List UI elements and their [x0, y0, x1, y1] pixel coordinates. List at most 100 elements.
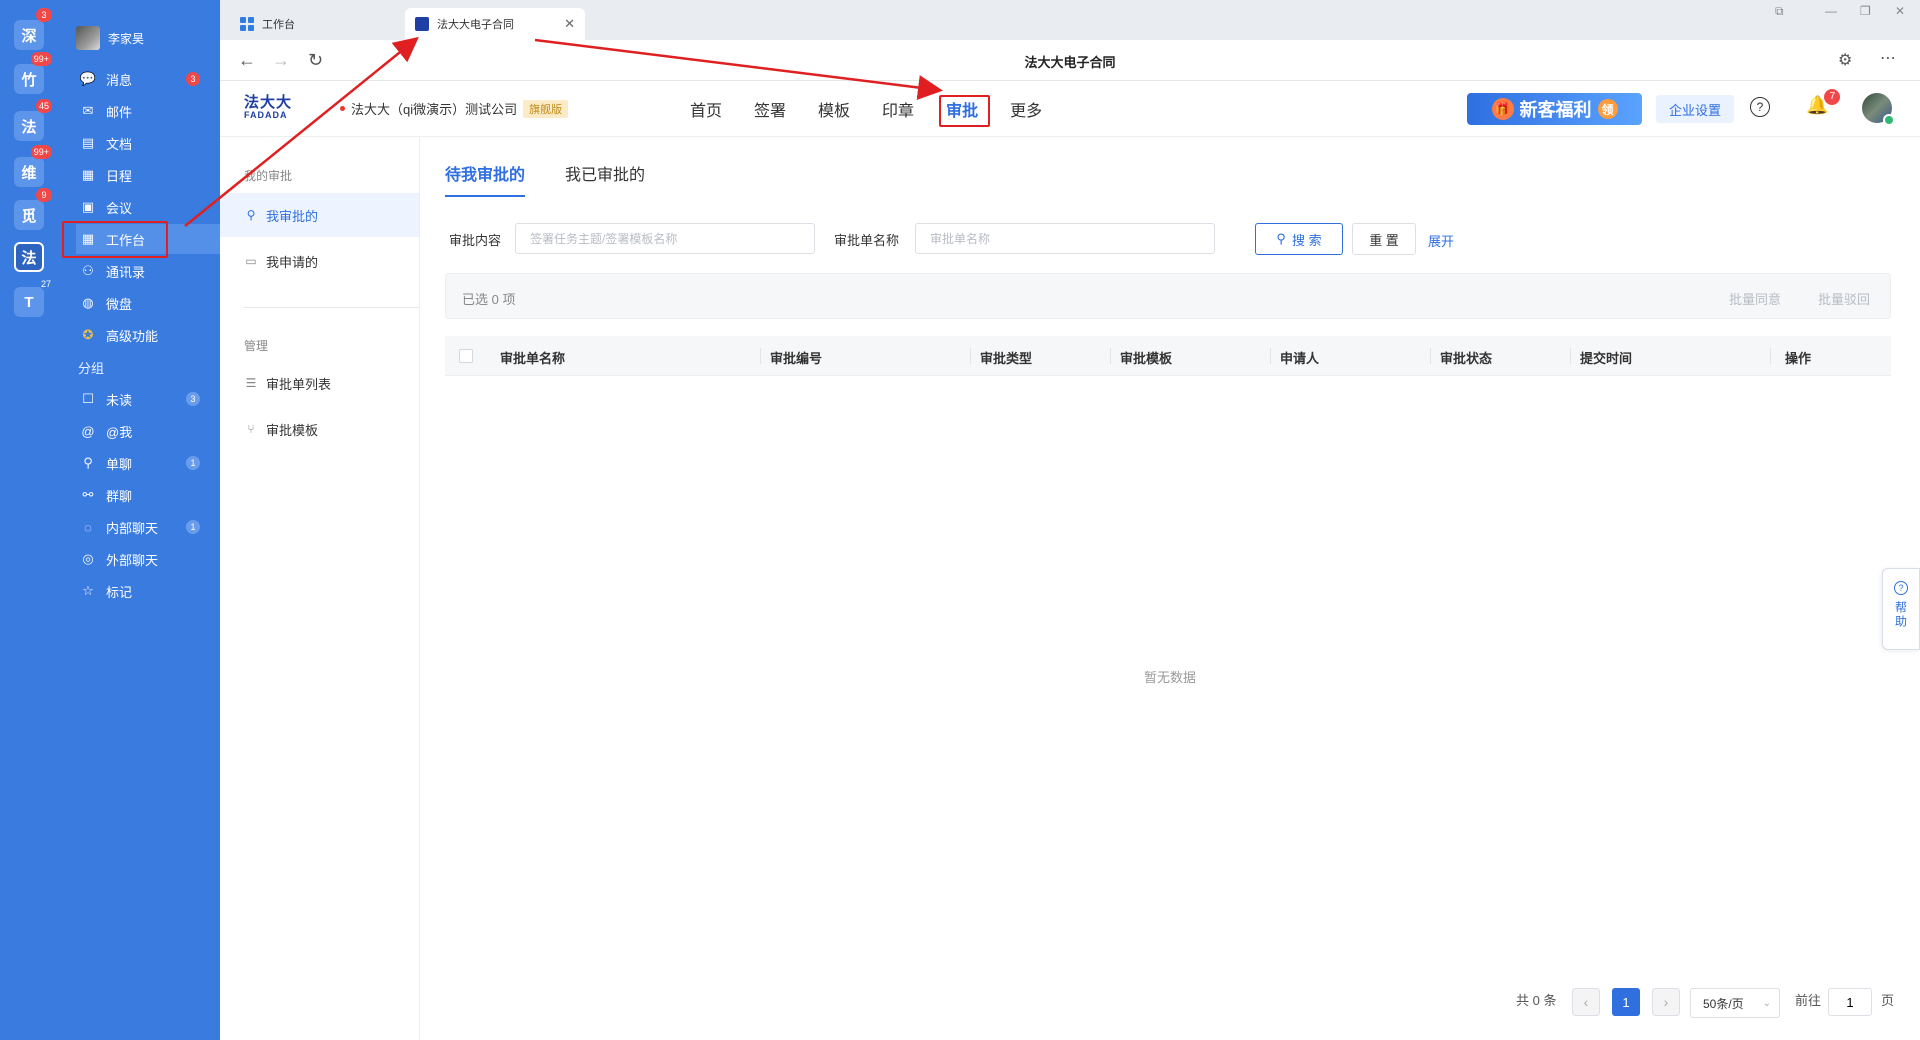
group-item-internal-chat[interactable]: ◌ 内部聊天 1 [76, 512, 220, 542]
rail-app-3[interactable]: 法 45 [14, 99, 52, 141]
sidebar-item-calendar[interactable]: ▦ 日程 [76, 160, 220, 190]
fadada-logo-icon [415, 17, 429, 31]
goto-page-input[interactable] [1828, 988, 1872, 1016]
minimize-icon[interactable]: — [1825, 4, 1837, 18]
subnav-item-approval-list[interactable]: ☰ 审批单列表 [220, 361, 419, 405]
search-button[interactable]: ⚲ 搜 索 [1255, 223, 1343, 255]
group-item-at-me[interactable]: @ @我 [76, 416, 220, 446]
tab-pending-approval[interactable]: 待我审批的 [445, 161, 526, 197]
avatar [76, 26, 100, 50]
nav-home[interactable]: 首页 [690, 97, 722, 121]
sidebar-item-mail[interactable]: ✉ 邮件 [76, 96, 220, 126]
reset-button[interactable]: 重 置 [1352, 223, 1416, 255]
group-item-external-chat[interactable]: ◎ 外部聊天 [76, 544, 220, 574]
bubble-icon: ◌ [84, 519, 92, 535]
sidebar-item-messages[interactable]: 💬 消息 3 [76, 64, 220, 94]
column-divider [1770, 348, 1771, 364]
clipboard-icon: ▭ [245, 254, 257, 268]
batch-approve-button[interactable]: 批量同意 [1729, 289, 1781, 308]
drive-icon: ◍ [82, 295, 94, 310]
select-all-checkbox[interactable] [459, 349, 473, 363]
annotation-highlight-box [939, 95, 990, 127]
column-divider [1110, 348, 1111, 364]
selection-bar: 已选 0 项 批量同意 批量驳回 [445, 273, 1891, 319]
claim-badge: 领 [1597, 99, 1618, 119]
user-avatar[interactable] [1862, 93, 1895, 126]
grid-icon [240, 17, 254, 31]
subnav-item-my-approvals[interactable]: ⚲ 我审批的 [220, 193, 419, 237]
divider [244, 307, 420, 308]
count-badge: 1 [186, 456, 200, 470]
rail-app-1[interactable]: 深3 [14, 8, 52, 50]
help-float-tab[interactable]: ? 帮助 [1882, 568, 1920, 650]
group-item-group-chat[interactable]: ⚯ 群聊 [76, 480, 220, 510]
close-icon[interactable]: ✕ [564, 16, 575, 32]
sidebar-item-drive[interactable]: ◍ 微盘 [76, 288, 220, 318]
page-size-select[interactable]: 50条/页 ⌄ [1690, 988, 1780, 1018]
main-content: 待我审批的 我已审批的 审批内容 审批单名称 ⚲搜 索 重 置 展开 已选 0 … [420, 137, 1920, 1040]
unread-icon: ☐ [82, 391, 94, 406]
contacts-icon: ⚇ [82, 263, 94, 278]
sidebar-item-contacts[interactable]: ⚇ 通讯录 [76, 256, 220, 286]
tab-workbench[interactable]: 工作台 [230, 8, 410, 40]
group-title: 分组 [78, 361, 105, 376]
browser-toolbar: ← → ↻ 法大大电子合同 ⚙ ⋯ [220, 40, 1920, 81]
nav-template[interactable]: 模板 [818, 97, 850, 121]
column-header: 提交时间 [1580, 351, 1633, 366]
more-icon[interactable]: ⋯ [1880, 48, 1896, 68]
tab-approved[interactable]: 我已审批的 [565, 161, 645, 197]
tab-fadada-contract[interactable]: 法大大电子合同 ✕ [405, 8, 585, 40]
prev-page-button[interactable]: ‹ [1572, 988, 1600, 1016]
current-user[interactable]: 李家昊 [76, 26, 144, 50]
org-switcher[interactable]: 法大大（qi微演示）测试公司 旗舰版 [340, 99, 569, 118]
group-item-unread[interactable]: ☐ 未读 3 [76, 384, 220, 414]
doc-icon: ▤ [81, 135, 95, 150]
person-icon: ⚲ [83, 455, 93, 470]
online-status-icon [1883, 114, 1895, 126]
approval-tabs: 待我审批的 我已审批的 [445, 161, 645, 197]
fadada-logo[interactable]: 法大大 FADADA [244, 95, 296, 120]
help-icon[interactable]: ? [1750, 97, 1770, 117]
sidebar-item-advanced[interactable]: ✪ 高级功能 [76, 320, 220, 350]
sidebar-item-docs[interactable]: ▤ 文档 [76, 128, 220, 158]
approval-name-input[interactable] [915, 223, 1215, 254]
enterprise-settings-button[interactable]: 企业设置 [1656, 95, 1734, 123]
promo-banner[interactable]: 🎁 新客福利 领 [1467, 93, 1642, 125]
column-divider [970, 348, 971, 364]
group-item-single-chat[interactable]: ⚲ 单聊 1 [76, 448, 220, 478]
current-page[interactable]: 1 [1612, 988, 1640, 1016]
approval-content-input[interactable] [515, 223, 815, 254]
nav-seal[interactable]: 印章 [882, 97, 914, 121]
rail-app-5[interactable]: 觅9 [14, 188, 52, 230]
bell-icon[interactable]: 🔔 7 [1806, 89, 1841, 116]
nav-more[interactable]: 更多 [1010, 97, 1042, 121]
goto-suffix: 页 [1881, 993, 1895, 1008]
sidebar-item-meeting[interactable]: ▣ 会议 [76, 192, 220, 222]
rail-app-7[interactable]: T 27 [14, 279, 51, 317]
gift-icon: 🎁 [1491, 98, 1514, 120]
subnav-item-my-requests[interactable]: ▭ 我申请的 [220, 239, 419, 283]
next-page-button[interactable]: › [1652, 988, 1680, 1016]
column-divider [1570, 348, 1571, 364]
meeting-icon: ▣ [81, 199, 95, 214]
table-header: 审批单名称 审批编号 审批类型 审批模板 申请人 审批状态 提交时间 操作 [445, 336, 1891, 376]
column-divider [760, 348, 761, 364]
rail-app-4[interactable]: 维 99+ [14, 145, 52, 187]
group-item-starred[interactable]: ☆ 标记 [76, 576, 220, 606]
app-header: 法大大 FADADA 法大大（qi微演示）测试公司 旗舰版 首页 签署 模板 印… [220, 81, 1920, 139]
goto-label: 前往 [1795, 993, 1822, 1008]
rail-app-2[interactable]: 竹 99+ [14, 52, 52, 94]
restore-icon[interactable]: ❐ [1860, 4, 1871, 18]
settings-icon[interactable]: ⚙ [1838, 50, 1852, 70]
expand-filters-link[interactable]: 展开 [1428, 231, 1454, 250]
group-icon: ⚯ [82, 487, 94, 502]
subnav-item-approval-templates[interactable]: ⑂ 审批模板 [220, 407, 419, 451]
nav-sign[interactable]: 签署 [754, 97, 786, 121]
pin-icon[interactable]: ⧉ [1775, 4, 1784, 19]
total-count: 共 0 条 [1516, 993, 1557, 1008]
calendar-icon: ▦ [81, 167, 95, 182]
rail-app-6[interactable]: 法 [14, 242, 44, 272]
close-window-icon[interactable]: ✕ [1895, 4, 1905, 18]
batch-reject-button[interactable]: 批量驳回 [1818, 289, 1870, 308]
column-header: 审批类型 [980, 351, 1033, 366]
